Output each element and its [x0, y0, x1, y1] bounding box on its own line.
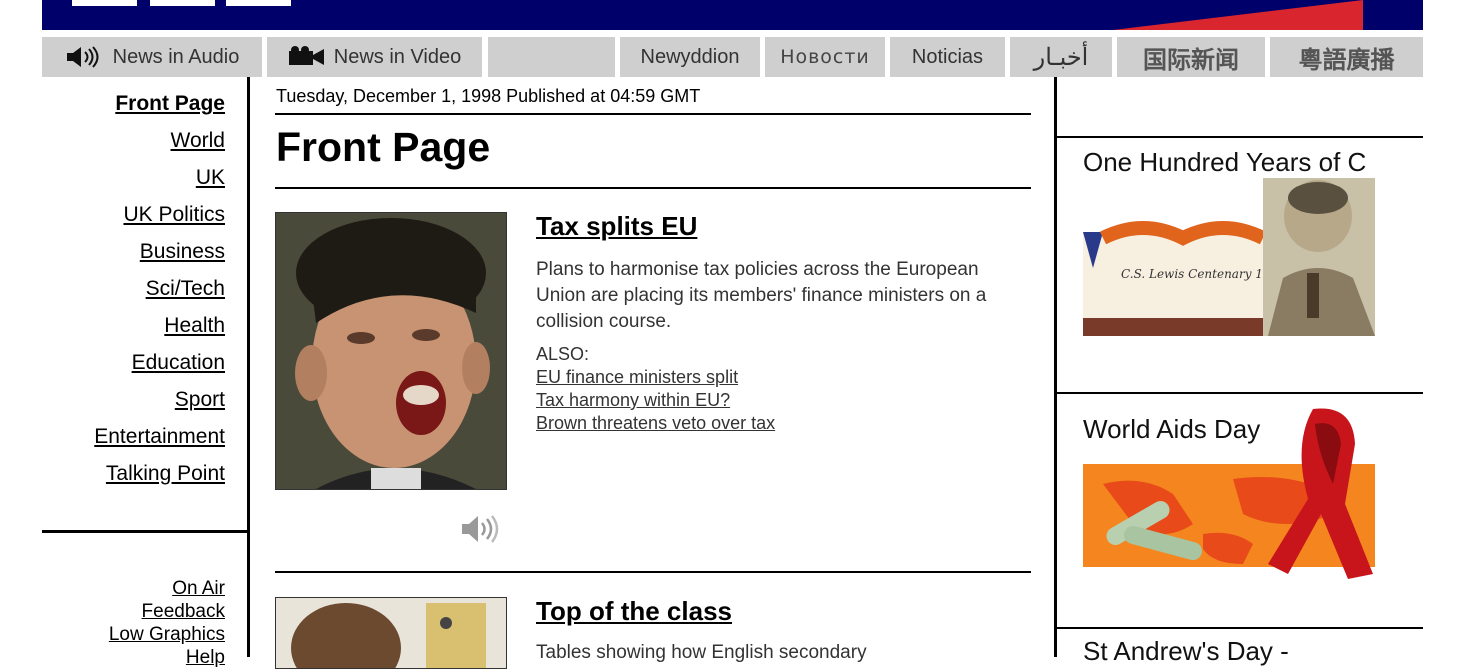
sidebar-divider: [42, 530, 250, 533]
sidebar-item-business[interactable]: Business: [140, 240, 225, 264]
also-link[interactable]: Tax harmony within EU?: [536, 390, 730, 411]
also-label: ALSO:: [536, 344, 590, 364]
tab-label: News in Audio: [112, 45, 240, 68]
sidebar-item-health[interactable]: Health: [164, 314, 225, 338]
promo-title[interactable]: St Andrew's Day -: [1083, 633, 1289, 669]
sidebar-item-entertainment[interactable]: Entertainment: [94, 425, 225, 449]
also-link[interactable]: EU finance ministers split: [536, 367, 738, 388]
tab-label: Noticias: [911, 45, 984, 68]
tab-label: Newyddion: [640, 45, 740, 68]
sidebar-item-uk[interactable]: UK: [196, 166, 225, 190]
divider: [275, 187, 1031, 189]
story-summary: Tables showing how English secondary: [536, 642, 867, 663]
tab-label: أخبـار: [1033, 43, 1089, 71]
section-sidebar: Front Page World UK UK Politics Business…: [42, 77, 250, 657]
tab-russian[interactable]: Новости: [765, 37, 885, 77]
tab-cantonese[interactable]: 粵語廣播: [1270, 37, 1423, 77]
sidebar-item-talking-point[interactable]: Talking Point: [106, 462, 225, 486]
speaker-icon[interactable]: [460, 513, 502, 550]
page-title: Front Page: [276, 124, 491, 170]
divider: [1057, 627, 1423, 629]
sidebar-item-front-page[interactable]: Front Page: [115, 92, 225, 116]
tab-welsh[interactable]: Newyddion: [620, 37, 760, 77]
also-link[interactable]: Brown threatens veto over tax: [536, 413, 775, 434]
masthead-banner: [42, 0, 1423, 30]
tab-label: 粵語廣播: [1298, 46, 1395, 74]
link-on-air[interactable]: On Air: [172, 578, 225, 600]
tab-label: 国际新闻: [1143, 46, 1239, 74]
dateline: Tuesday, December 1, 1998 Published at 0…: [276, 86, 701, 106]
tab-arabic[interactable]: أخبـار: [1010, 37, 1112, 77]
video-camera-icon: [288, 46, 326, 68]
tab-news-in-video[interactable]: News in Video: [267, 37, 482, 77]
link-feedback[interactable]: Feedback: [142, 601, 225, 623]
tab-label: News in Video: [333, 45, 462, 68]
tab-blank: [488, 37, 615, 77]
sidebar-item-uk-politics[interactable]: UK Politics: [123, 203, 225, 227]
sidebar-item-world[interactable]: World: [171, 129, 225, 153]
sidebar-item-sport[interactable]: Sport: [175, 388, 225, 412]
link-low-graphics[interactable]: Low Graphics: [109, 624, 225, 646]
language-nav-bar: News in Audio News in Video Newyddion Но…: [42, 37, 1423, 77]
divider: [275, 113, 1031, 115]
tab-news-in-audio[interactable]: News in Audio: [42, 37, 262, 77]
logo-block: [150, 0, 215, 6]
promo-image-world-aids-day[interactable]: [1083, 404, 1375, 584]
story-summary: Plans to harmonise tax policies across t…: [536, 259, 987, 332]
divider: [275, 571, 1031, 573]
banner-stripe: [1113, 0, 1363, 30]
story-photo[interactable]: [275, 212, 507, 490]
story-photo[interactable]: [275, 597, 507, 669]
speaker-icon: [65, 45, 105, 69]
tab-spanish[interactable]: Noticias: [890, 37, 1005, 77]
promo-image-cs-lewis[interactable]: C.S. Lewis Centenary 100 Years: [1083, 178, 1375, 336]
story-headline[interactable]: Tax splits EU: [536, 211, 697, 242]
divider: [1057, 136, 1423, 138]
sidebar-item-sci-tech[interactable]: Sci/Tech: [146, 277, 225, 301]
link-help[interactable]: Help: [186, 647, 225, 669]
tab-label: Новости: [780, 46, 870, 68]
sidebar-item-education[interactable]: Education: [132, 351, 225, 375]
divider: [1057, 392, 1423, 394]
logo-block: [226, 0, 291, 6]
logo-block: [72, 0, 137, 6]
story-headline[interactable]: Top of the class: [536, 596, 732, 627]
tab-chinese[interactable]: 国际新闻: [1117, 37, 1265, 77]
